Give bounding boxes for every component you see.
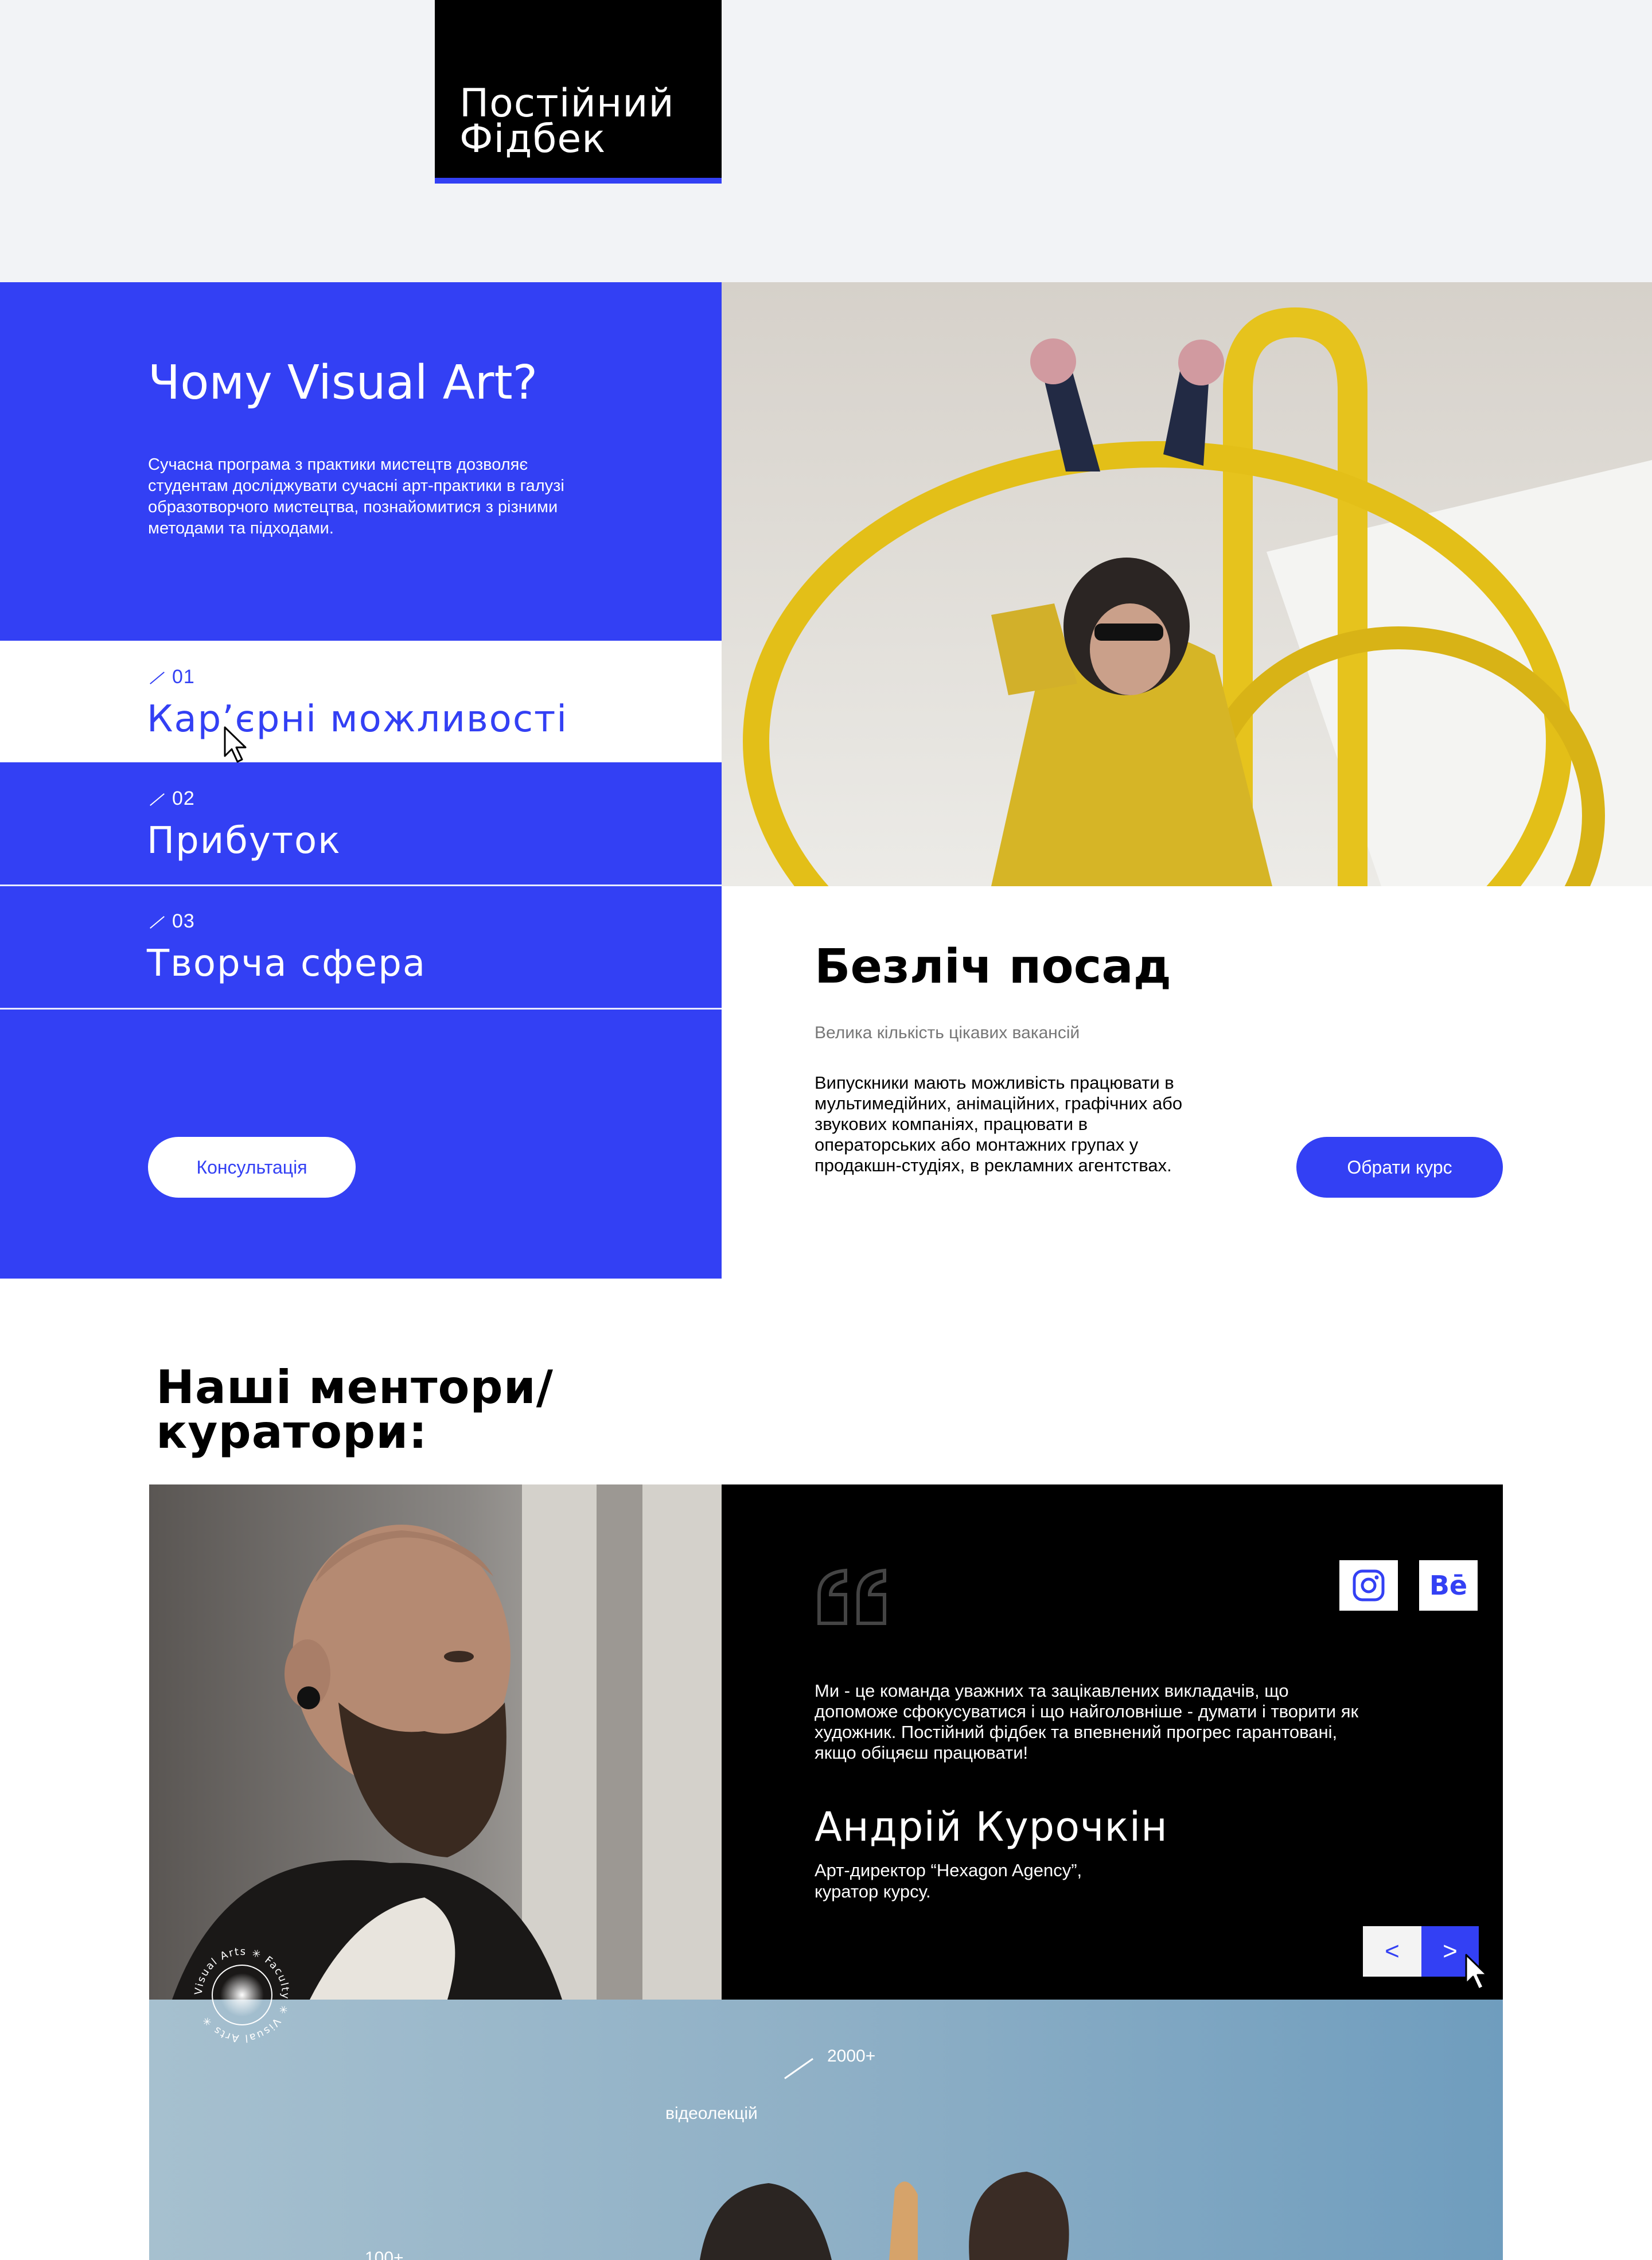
chevron-left-icon: < [1385,1937,1400,1965]
tab-number: 02 [148,788,195,810]
mentors-title: Наші ментори/ куратори: [156,1365,554,1455]
quote-icon [817,1568,886,1625]
tab-label: Творча сфера [147,942,427,985]
mouse-cursor-icon [1465,1954,1488,1990]
why-title: Чому Visual Art? [148,356,538,410]
choose-course-button[interactable]: Обрати курс [1296,1137,1503,1198]
instagram-link[interactable] [1339,1560,1398,1611]
mentor-quote: Ми - це команда уважних та зацікавлених … [815,1681,1359,1763]
second-stat-count: 100+ [365,2249,404,2260]
tab-creative[interactable]: 03 Творча сфера [0,886,722,1008]
videos-count: 2000+ [827,2047,876,2066]
videos-label: відеолекцій [665,2104,758,2123]
top-band [0,0,1652,282]
hero-photo [722,282,1652,886]
divider [0,1008,722,1010]
behance-link[interactable]: Bē [1419,1560,1478,1611]
feedback-title: Постійний Фідбек [459,81,675,162]
positions-title: Безліч посад [815,940,1171,994]
mouse-cursor-icon [224,726,247,763]
tab-number: 01 [148,666,195,688]
mentor-name: Андрій Курочкін [815,1803,1168,1850]
mentor-role: Арт-директор “Hexagon Agency”, куратор к… [815,1860,1136,1902]
mentor-role-line2: куратор курсу. [815,1881,931,1901]
consultation-button[interactable]: Консультація [148,1137,356,1198]
chevron-right-icon: > [1443,1937,1458,1965]
students-photo [149,2000,1503,2260]
mentor-role-line1: Арт-директор “Hexagon Agency”, [815,1860,1082,1880]
behance-icon: Bē [1429,1570,1468,1601]
feedback-card: Постійний Фідбек [435,0,722,184]
mentor-photo [149,1484,722,2000]
prev-button[interactable]: < [1363,1926,1421,1977]
tab-label: Кар’єрні можливості [147,698,568,741]
visual-arts-badge: Visual Arts ✳ Faculty ✳ Visual Arts ✳ [193,1946,290,2044]
tab-label: Прибуток [147,820,341,862]
why-description: Сучасна програма з практики мистецтв доз… [148,455,564,537]
tab-career[interactable]: 01 Кар’єрні можливості [0,641,722,762]
tab-number: 03 [148,910,195,933]
tab-income[interactable]: 02 Прибуток [0,762,722,884]
positions-description: Випускники мають можливість працювати в … [815,1073,1183,1175]
instagram-icon [1353,1569,1385,1602]
mentors-title-line2: куратори: [156,1405,428,1459]
positions-subtitle: Велика кількість цікавих вакансій [815,1023,1080,1042]
